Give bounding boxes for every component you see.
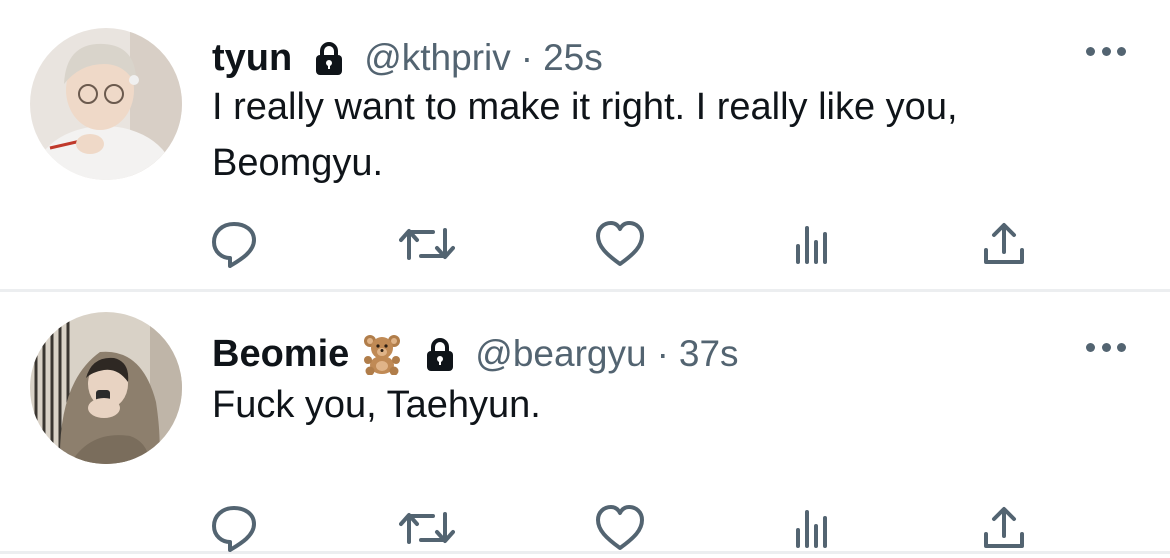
tweet-actions xyxy=(0,498,1170,558)
retweet-icon[interactable] xyxy=(397,498,457,558)
display-name[interactable]: tyun xyxy=(212,37,292,80)
tweet-text: I really want to make it right. I really… xyxy=(212,86,958,184)
separator-dot: · xyxy=(520,37,534,78)
lock-icon xyxy=(312,41,346,75)
views-icon[interactable] xyxy=(782,498,842,558)
separator-dot: · xyxy=(656,333,669,374)
reply-icon[interactable] xyxy=(204,214,264,274)
username[interactable]: @beargyu xyxy=(475,333,646,375)
display-name[interactable]: Beomie xyxy=(212,333,349,376)
more-options-icon[interactable] xyxy=(1086,340,1126,354)
views-icon[interactable] xyxy=(782,214,842,274)
timestamp[interactable]: 25s xyxy=(543,37,603,79)
reply-icon[interactable] xyxy=(204,498,264,558)
avatar[interactable] xyxy=(30,28,182,180)
avatar[interactable] xyxy=(30,312,182,464)
retweet-icon[interactable] xyxy=(397,214,457,274)
lock-icon xyxy=(423,337,457,371)
share-icon[interactable] xyxy=(974,214,1034,274)
like-icon[interactable] xyxy=(590,498,650,558)
share-icon[interactable] xyxy=(974,498,1034,558)
username[interactable]: @kthpriv xyxy=(364,37,511,79)
more-options-icon[interactable] xyxy=(1086,44,1126,58)
teddy-bear-icon xyxy=(361,333,403,375)
tweet-header: tyun @kthpriv · 25s xyxy=(212,30,603,86)
timestamp[interactable]: 37s xyxy=(679,333,739,375)
tweet-header: Beomie @beargyu · 37s xyxy=(212,326,739,382)
tweet-text: Fuck you, Taehyun. xyxy=(212,384,541,426)
tweet-actions xyxy=(0,214,1170,274)
tweet[interactable]: Beomie @beargyu · 37s Fuck you, Taehyun. xyxy=(0,292,1170,554)
tweet[interactable]: tyun @kthpriv · 25s I really want to mak… xyxy=(0,0,1170,292)
like-icon[interactable] xyxy=(590,214,650,274)
